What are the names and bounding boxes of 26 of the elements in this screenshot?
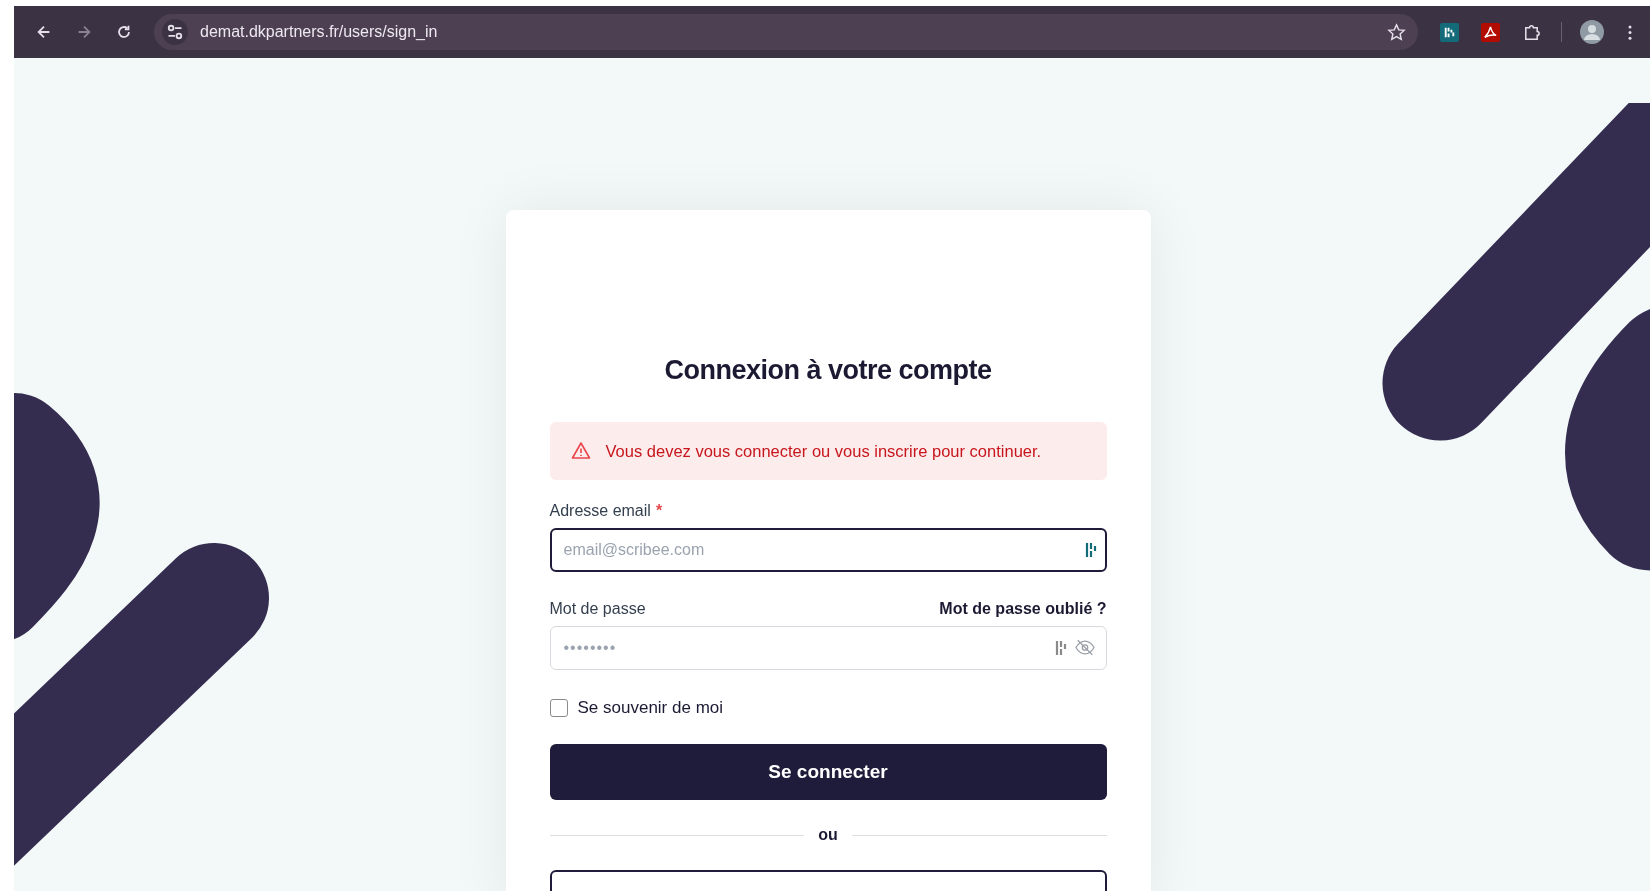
reload-icon[interactable] [115, 23, 133, 41]
bookmark-star-icon[interactable] [1387, 22, 1406, 42]
remember-label: Se souvenir de moi [577, 698, 724, 718]
warning-icon [569, 441, 592, 461]
profile-avatar-icon[interactable] [1580, 20, 1604, 44]
bars-icon[interactable] [1054, 640, 1067, 656]
sign-in-button[interactable]: Se connecter [549, 744, 1107, 800]
menu-icon[interactable] [1628, 24, 1632, 40]
remember-checkbox[interactable] [549, 699, 568, 717]
divider-text: ou [818, 826, 838, 844]
alert-message: Vous devez vous connecter ou vous inscrire pour continuer. [605, 441, 1042, 461]
forgot-password-link[interactable]: Mot de passe oublié ? [939, 600, 1107, 618]
site-settings-icon[interactable] [162, 19, 188, 45]
extension-icon[interactable] [1440, 22, 1459, 42]
bars-icon[interactable] [1084, 542, 1097, 558]
password-field[interactable]: •••••••• [549, 626, 1107, 670]
pdf-extension-icon[interactable] [1481, 22, 1500, 42]
email-label: Adresse email [549, 502, 651, 520]
address-bar[interactable]: demat.dkpartners.fr/users/sign_in [154, 14, 1418, 50]
email-field[interactable]: email@scribee.com [549, 528, 1107, 572]
url-text: demat.dkpartners.fr/users/sign_in [200, 23, 439, 41]
required-asterisk: * [655, 502, 663, 520]
login-title: Connexion à votre compte [663, 355, 993, 386]
puzzle-icon[interactable] [1522, 22, 1541, 42]
password-label: Mot de passe [549, 600, 646, 618]
eye-slash-icon[interactable] [1074, 639, 1095, 656]
